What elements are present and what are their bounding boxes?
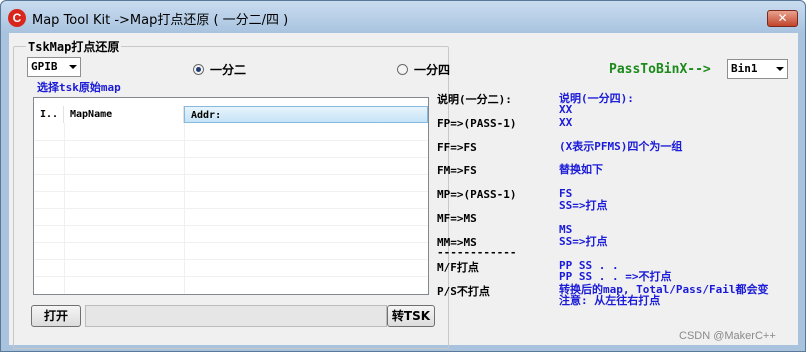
column-header-mapname[interactable]: MapName [64, 106, 184, 123]
rule-left-1: FP=>(PASS-1) [437, 117, 517, 130]
rule-left-4: MP=>(PASS-1) [437, 188, 517, 201]
map-listview[interactable]: I.. MapName Addr: [33, 97, 429, 295]
watermark-text: CSDN @MakerC++ [679, 330, 776, 342]
rule-left-9: P/S不打点 [437, 285, 490, 298]
open-button[interactable]: 打开 [31, 305, 81, 327]
chevron-down-icon [776, 67, 784, 71]
rule-left-2: FF=>FS [437, 141, 477, 154]
client-area: TskMap打点还原 GPIB 一分二 一分四 PassToBinX--> Bi… [9, 33, 798, 349]
progress-bar [85, 305, 387, 327]
convert-tsk-button[interactable]: 转TSK [387, 305, 435, 327]
radio-split-four[interactable]: 一分四 [397, 61, 450, 78]
grid-line [34, 140, 428, 141]
select-tsk-label: 选择tsk原始map [37, 81, 121, 94]
close-button[interactable]: ✕ [767, 10, 798, 27]
rule-left-divider: ------------ [437, 246, 517, 259]
rule-right-1: XX [559, 103, 573, 116]
grid-line [34, 174, 428, 175]
radio-unchecked-icon [397, 64, 408, 75]
grid-line [34, 276, 428, 277]
app-window: C Map Tool Kit ->Map打点还原 ( 一分二/四 ) ✕ Tsk… [0, 0, 806, 352]
bin-select-value: Bin1 [731, 62, 758, 75]
rule-right-10: PP SS . . =>不打点 [559, 270, 672, 283]
bin-select[interactable]: Bin1 [727, 59, 788, 79]
title-bar[interactable]: C Map Tool Kit ->Map打点还原 ( 一分二/四 ) ✕ [1, 1, 805, 33]
pass-to-bin-label: PassToBinX--> [609, 62, 711, 77]
format-select[interactable]: GPIB [27, 57, 81, 77]
grid-line [34, 225, 428, 226]
radio-checked-icon [193, 64, 204, 75]
grid-line [34, 208, 428, 209]
rule-left-0: 说明(一分二): [437, 93, 512, 106]
window-title: Map Tool Kit ->Map打点还原 ( 一分二/四 ) [32, 13, 289, 28]
grid-line [34, 157, 428, 158]
rule-right-2: XX [559, 116, 573, 129]
radio-split-four-label: 一分四 [414, 63, 451, 77]
rule-right-6: SS=>打点 [559, 199, 608, 212]
radio-split-two-label: 一分二 [210, 63, 247, 77]
rule-right-8: SS=>打点 [559, 235, 608, 248]
app-logo-icon: C [8, 9, 26, 27]
group-label: TskMap打点还原 [26, 38, 122, 55]
rule-left-8: M/F打点 [437, 261, 479, 274]
chevron-down-icon [69, 65, 77, 69]
format-select-value: GPIB [31, 60, 58, 73]
radio-split-two[interactable]: 一分二 [193, 61, 246, 78]
column-header-addr[interactable]: Addr: [184, 106, 428, 123]
grid-line [34, 242, 428, 243]
rule-right-3: (X表示PFMS)四个为一组 [559, 140, 683, 153]
rule-right-4: 替换如下 [559, 163, 603, 176]
grid-line [34, 259, 428, 260]
grid-line [34, 191, 428, 192]
rule-left-5: MF=>MS [437, 212, 477, 225]
listview-header: I.. MapName Addr: [34, 106, 428, 123]
rule-right-12: 注意: 从左往右打点 [559, 294, 661, 307]
column-header-index[interactable]: I.. [34, 106, 64, 123]
rule-left-3: FM=>FS [437, 164, 477, 177]
